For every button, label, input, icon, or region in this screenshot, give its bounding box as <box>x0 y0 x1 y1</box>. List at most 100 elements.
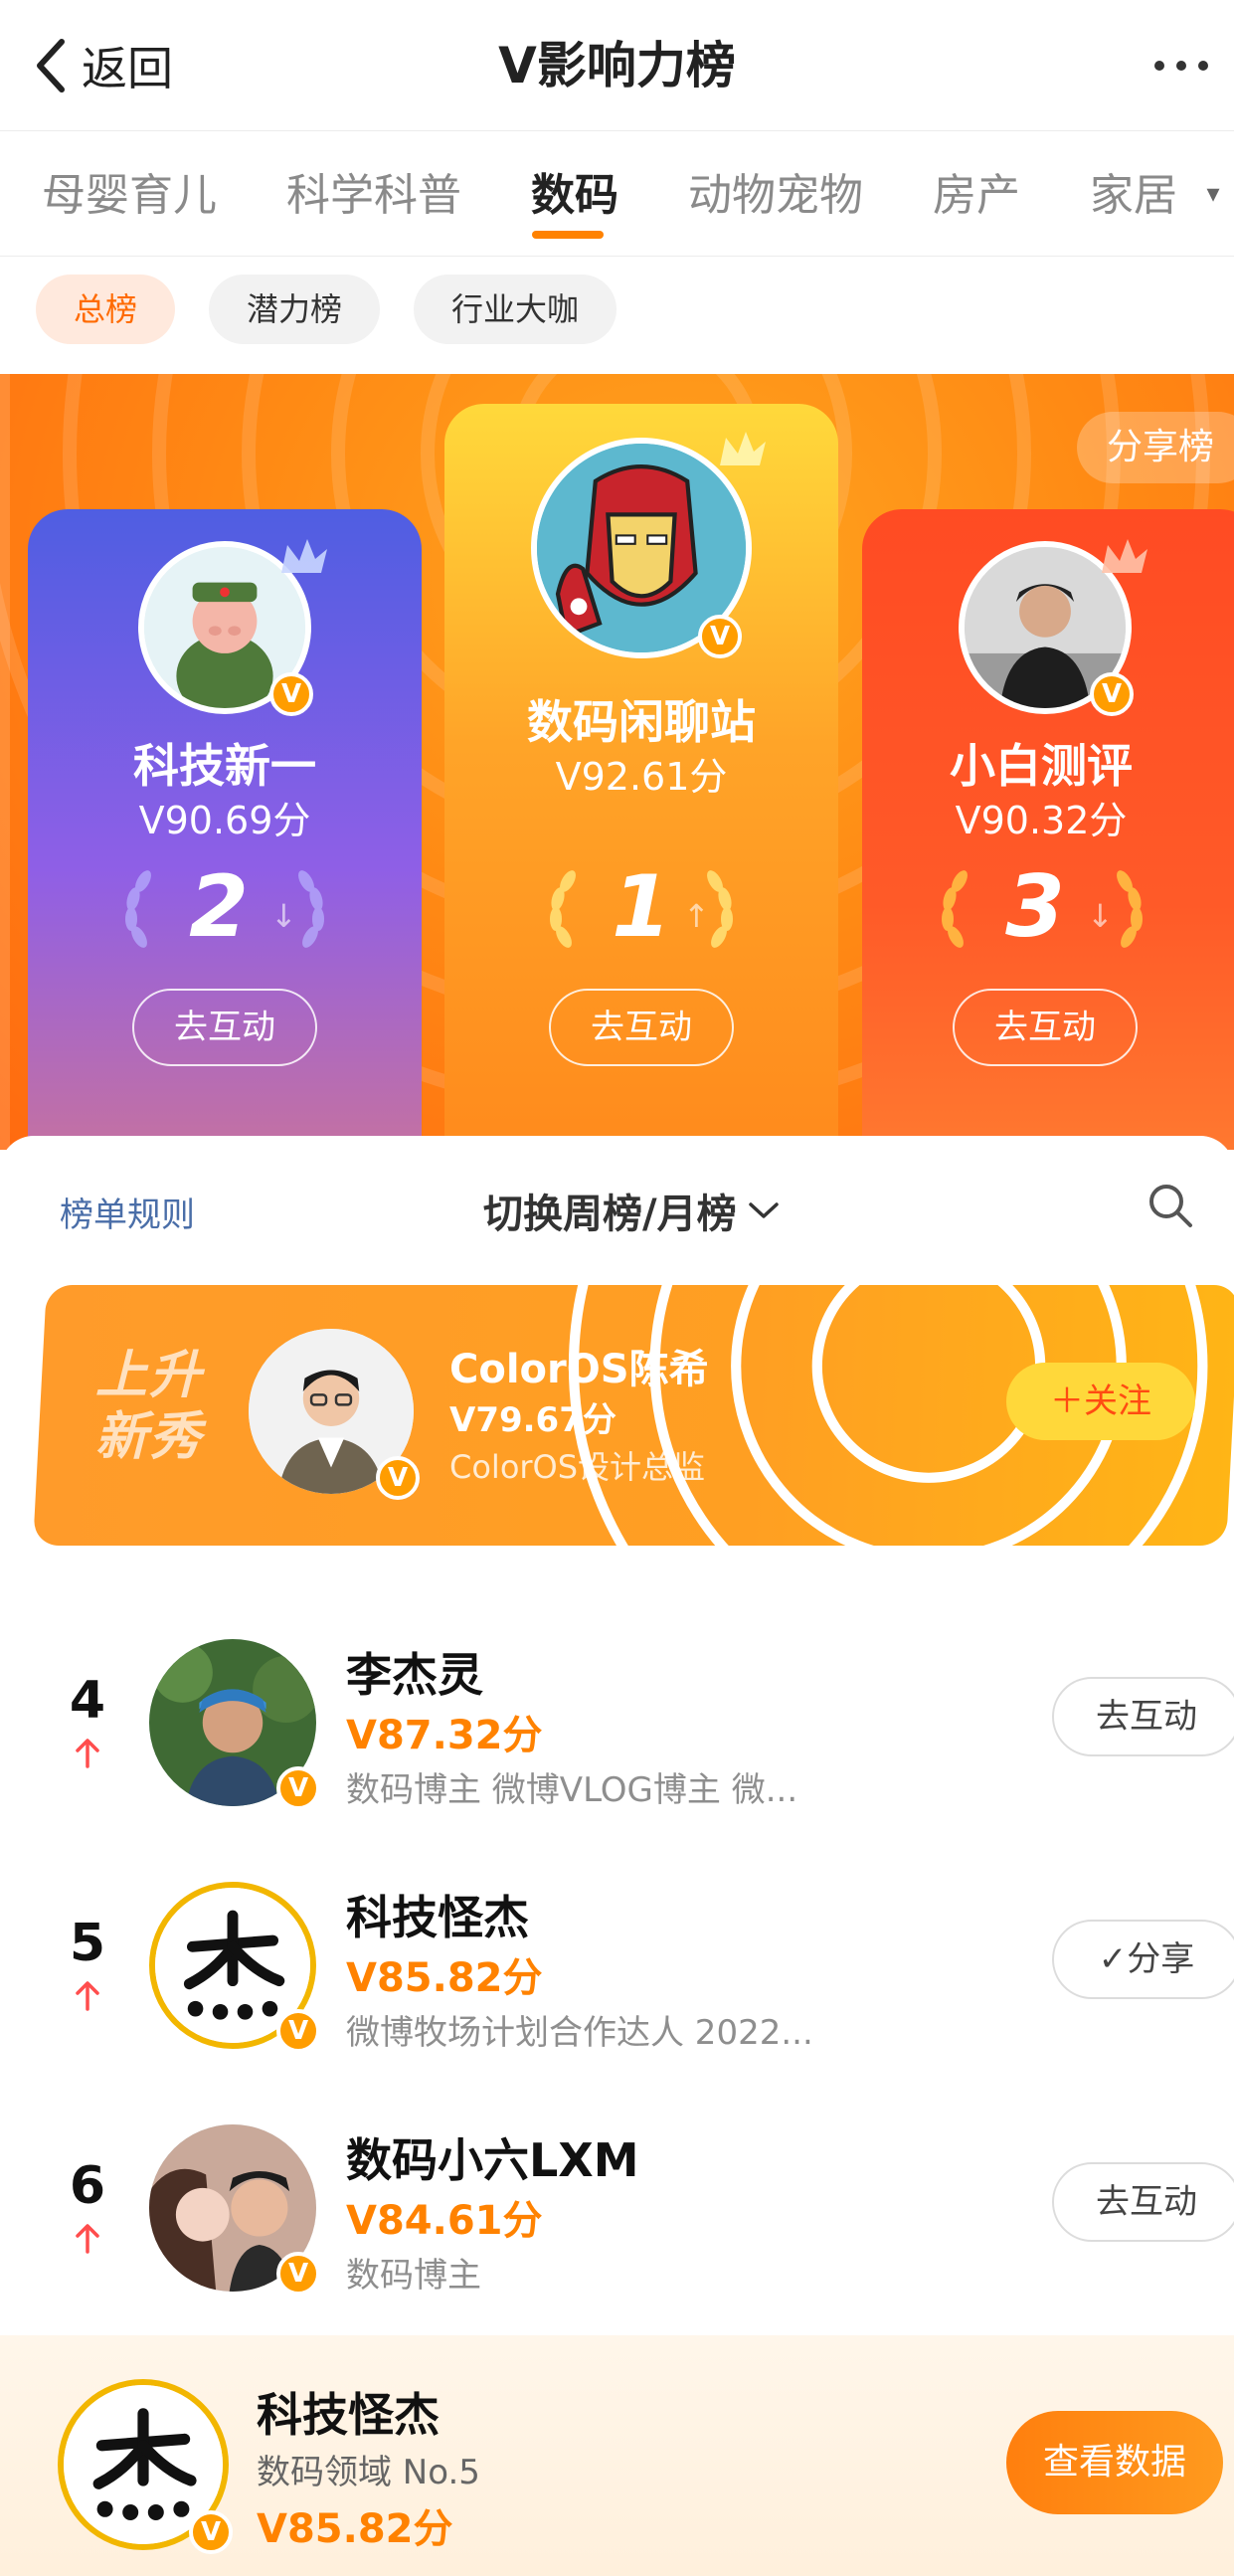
podium-card-rank-1: V 数码闲聊站 V92.61分 1 ↑ 去互动 <box>444 404 838 1150</box>
crown-icon <box>1102 539 1147 573</box>
list-item-name: 科技怪杰 <box>346 1891 529 1944</box>
avatar[interactable]: V <box>959 539 1147 716</box>
rank-number: 4 <box>69 1671 106 1731</box>
my-domain-rank: 数码领域 No.5 <box>257 2453 480 2492</box>
podium-score: V92.61分 <box>555 755 728 799</box>
arrow-up-icon <box>76 1981 99 2011</box>
verified-v-icon: V <box>269 672 313 716</box>
chevron-down-icon: ▾ <box>1206 179 1220 209</box>
list-item-description: 数码博主 微博VLOG博主 微... <box>346 1770 798 1810</box>
rank-number: 5 <box>69 1914 106 1973</box>
ranking-rules-link[interactable]: 榜单规则 <box>60 1188 195 1236</box>
search-icon[interactable] <box>1146 1182 1194 1229</box>
list-item-description: 数码博主 <box>346 2256 481 2296</box>
tab-category[interactable]: 科学科普 <box>245 131 489 256</box>
ranking-list: 4 V 李杰灵 V87.32分 数码博主 微博VLOG博主 微... 去互动 5… <box>0 1613 1234 2341</box>
list-item[interactable]: 4 V 李杰灵 V87.32分 数码博主 微博VLOG博主 微... 去互动 <box>0 1613 1234 1856</box>
tab-category[interactable]: 数码 <box>489 131 646 256</box>
avatar[interactable]: V <box>149 2124 320 2296</box>
back-button[interactable]: 返回 <box>30 30 173 101</box>
list-item[interactable]: 6 V 数码小六LXM V84.61分 数码博主 去互动 <box>0 2099 1234 2341</box>
avatar[interactable]: V <box>249 1329 420 1500</box>
list-item-score: V84.61分 <box>346 2198 543 2244</box>
podium-rank: 3 ↓ <box>842 857 1234 957</box>
interact-button[interactable]: 去互动 <box>1052 1677 1234 1756</box>
rising-star-score: V79.67分 <box>449 1400 617 1440</box>
list-item-score: V85.82分 <box>346 1955 543 2001</box>
page-title: V影响力榜 <box>498 37 736 94</box>
avatar[interactable]: V <box>149 1639 320 1810</box>
podium-card-rank-3: V 小白测评 V90.32分 3 ↓ 去互动 <box>862 509 1234 1150</box>
rising-star-description: ColorOS设计总监 <box>449 1448 706 1486</box>
interact-button[interactable]: 去互动 <box>953 989 1138 1066</box>
rising-star-name: ColorOS陈希 <box>449 1347 709 1392</box>
share-button[interactable]: ✓分享 <box>1052 1920 1234 1999</box>
list-item-score: V87.32分 <box>346 1713 543 1758</box>
period-switch-label: 切换周榜/月榜 <box>483 1192 737 1237</box>
podium-name: 数码闲聊站 <box>527 695 756 749</box>
verified-v-icon: V <box>276 2252 320 2296</box>
laurel-right-icon <box>1117 870 1143 948</box>
podium-rank: 2 ↓ <box>28 857 422 957</box>
filter-pill-group: 总榜 潜力榜 行业大咖 <box>36 275 617 344</box>
back-label: 返回 <box>82 42 173 95</box>
verified-v-icon: V <box>698 615 742 658</box>
crown-icon <box>720 432 766 465</box>
more-dots-icon[interactable] <box>1154 40 1234 92</box>
list-item[interactable]: 5 V 科技怪杰 V85.82分 微博牧场计划合作达人 2022... ✓分享 <box>0 1856 1234 2099</box>
podium-rank-number: 3 <box>1005 857 1065 957</box>
podium-score: V90.32分 <box>955 799 1128 842</box>
tab-category[interactable]: 动物宠物 <box>646 131 891 256</box>
verified-v-icon: V <box>1090 672 1134 716</box>
interact-button[interactable]: 去互动 <box>132 989 317 1066</box>
follow-button[interactable]: ＋关注 <box>1006 1363 1195 1440</box>
tab-category[interactable]: 母婴育儿 <box>0 131 245 256</box>
tab-category[interactable]: 家居 <box>1048 131 1205 256</box>
verified-v-icon: V <box>276 2009 320 2053</box>
tabs-expand-button[interactable]: ▾ <box>1192 131 1234 256</box>
avatar[interactable]: V <box>58 2379 233 2554</box>
verified-v-icon: V <box>276 1766 320 1810</box>
rising-star-title: 上升 新秀 <box>95 1345 203 1468</box>
chevron-down-icon <box>748 1202 779 1218</box>
list-item-name: 李杰灵 <box>346 1648 483 1702</box>
view-data-button[interactable]: 查看数据 <box>1006 2411 1223 2514</box>
rising-star-title-line2: 新秀 <box>95 1407 204 1467</box>
podium-score: V90.69分 <box>138 799 311 842</box>
tab-category[interactable]: 房产 <box>891 131 1048 256</box>
top-nav-bar: 返回 V影响力榜 <box>0 0 1234 131</box>
chevron-left-icon <box>37 39 65 92</box>
my-name: 科技怪杰 <box>257 2388 440 2442</box>
podium-rank-number: 2 <box>189 857 249 957</box>
share-rank-button[interactable]: 分享榜 <box>1076 412 1234 483</box>
podium-rank: 1 ↑ <box>444 857 838 957</box>
rising-star-banner: 上升 新秀 V ColorOS陈希 V79.67分 ColorOS设计总监 ＋关… <box>40 1285 1233 1552</box>
filter-pill[interactable]: 行业大咖 <box>414 275 617 344</box>
my-score: V85.82分 <box>257 2506 453 2552</box>
podium-name: 科技新一 <box>133 739 316 793</box>
arrow-up-icon <box>76 2224 99 2254</box>
podium-name: 小白测评 <box>950 739 1133 793</box>
period-switch-button[interactable]: 切换周榜/月榜 <box>483 1182 781 1239</box>
avatar[interactable]: V <box>149 1882 320 2053</box>
rising-star-title-line1: 上升 <box>95 1346 204 1405</box>
rank-number: 6 <box>69 2156 106 2216</box>
top3-podium: 分享榜 V 科技新一 V90.69分 2 ↓ 去互动 V 数码闲聊站 V92.6… <box>0 374 1234 1150</box>
laurel-right-icon <box>298 870 324 948</box>
podium-card-rank-2: V 科技新一 V90.69分 2 ↓ 去互动 <box>28 509 422 1150</box>
filter-pill[interactable]: 总榜 <box>36 275 176 344</box>
filter-pill[interactable]: 潜力榜 <box>209 275 381 344</box>
list-item-description: 微博牧场计划合作达人 2022... <box>346 2013 813 2053</box>
interact-button[interactable]: 去互动 <box>1052 2162 1234 2242</box>
category-tab-bar: 母婴育儿科学科普数码动物宠物房产家居互 ▾ <box>0 131 1234 257</box>
laurel-right-icon <box>707 870 733 948</box>
my-ranking-bar: V 科技怪杰 数码领域 No.5 V85.82分 查看数据 <box>0 2335 1234 2576</box>
list-item-name: 数码小六LXM <box>346 2133 639 2187</box>
podium-rank-number: 1 <box>612 857 671 957</box>
avatar[interactable]: V <box>531 432 766 658</box>
crown-icon <box>281 539 327 573</box>
interact-button[interactable]: 去互动 <box>549 989 734 1066</box>
verified-v-icon: V <box>189 2510 233 2554</box>
avatar[interactable]: V <box>138 539 327 716</box>
arrow-up-icon <box>76 1739 99 1768</box>
